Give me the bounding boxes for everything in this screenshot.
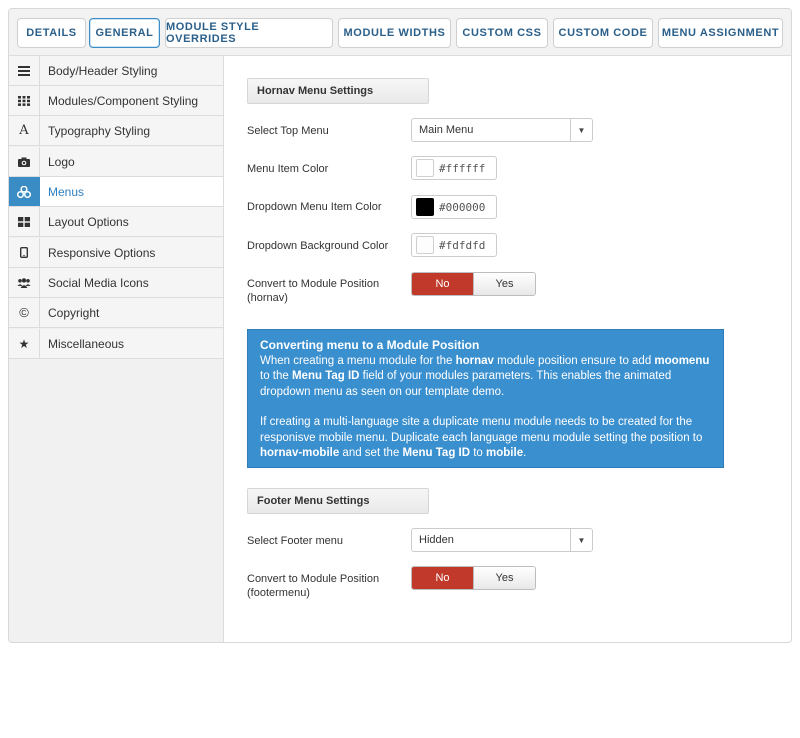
tab-custom-code[interactable]: Custom Code (553, 18, 653, 48)
dropdown-item-color-value: #000000 (439, 200, 486, 214)
sidebar-item-responsive-options[interactable]: Responsive Options (9, 238, 223, 268)
sidebar-item-body-header-styling[interactable]: Body/Header Styling (9, 56, 223, 86)
camera-icon (9, 147, 40, 176)
select-top-menu-dropdown[interactable]: Main Menu ▼ (411, 118, 593, 142)
sidebar-item-modules-component-styling[interactable]: Modules/Component Styling (9, 86, 223, 116)
menu-item-color-label: Menu Item Color (247, 163, 329, 175)
info-text: . (523, 447, 527, 459)
info-text: to the (260, 370, 292, 382)
dropdown-bg-color-picker[interactable]: #fdfdfd (411, 233, 497, 257)
sidebar-item-label: Miscellaneous (48, 336, 125, 351)
tab-details[interactable]: Details (17, 18, 86, 48)
info-strong: hornav-mobile (260, 447, 340, 459)
color-swatch (416, 198, 434, 216)
footer-section-heading: Footer Menu Settings (247, 488, 429, 514)
tab-bar: Details General Module Style Overrides M… (9, 9, 791, 56)
footer-convert-yes-button[interactable]: Yes (473, 567, 535, 589)
dropdown-bg-color-value: #fdfdfd (439, 238, 486, 252)
sidebar-item-label: Social Media Icons (48, 275, 149, 290)
sidebar-item-menus[interactable]: Menus (9, 177, 223, 207)
hornav-convert-yes-button[interactable]: Yes (473, 273, 535, 295)
sidebar-item-label: Layout Options (48, 214, 129, 229)
settings-sidebar: Body/Header Styling Modules/Component St… (9, 56, 224, 642)
tablet-icon (9, 238, 40, 267)
sidebar-item-label: Menus (48, 184, 85, 199)
hornav-convert-sublabel: (hornav) (247, 292, 288, 304)
hornav-convert-label-text: Convert to Module Position (247, 278, 380, 290)
sidebar-item-social-media-icons[interactable]: Social Media Icons (9, 268, 223, 298)
select-top-menu-label: Select Top Menu (247, 125, 329, 137)
footer-convert-label: Convert to Module Position (footermenu) (247, 572, 379, 600)
tab-menu-assignment[interactable]: Menu Assignment (658, 18, 783, 48)
footer-convert-toggle: No Yes (411, 566, 536, 590)
sidebar-item-label: Body/Header Styling (48, 63, 158, 78)
caret-down-icon: ▼ (570, 529, 592, 551)
info-paragraph-1: When creating a menu module for the horn… (260, 354, 711, 401)
info-text: and set the (339, 447, 403, 459)
tab-custom-css[interactable]: Custom CSS (456, 18, 548, 48)
sidebar-item-logo[interactable]: Logo (9, 147, 223, 177)
sidebar-item-typography-styling[interactable]: A Typography Styling (9, 116, 223, 146)
hornav-section-heading: Hornav Menu Settings (247, 78, 429, 104)
sidebar-item-label: Responsive Options (48, 245, 156, 260)
info-text: When creating a menu module for the (260, 354, 456, 367)
sidebar-item-label: Typography Styling (48, 123, 151, 138)
sidebar-item-copyright[interactable]: © Copyright (9, 298, 223, 328)
dropdown-item-color-picker[interactable]: #000000 (411, 195, 497, 219)
select-footer-menu-dropdown[interactable]: Hidden ▼ (411, 528, 593, 552)
sidebar-item-label: Logo (48, 154, 75, 169)
users-icon (9, 268, 40, 297)
star-icon: ★ (9, 329, 40, 358)
info-strong: mobile (486, 447, 524, 459)
sidebar-item-label: Modules/Component Styling (48, 93, 199, 108)
sidebar-item-miscellaneous[interactable]: ★ Miscellaneous (9, 329, 223, 359)
copyright-icon: © (9, 298, 40, 327)
info-strong: moomenu (654, 354, 710, 367)
info-paragraph-2: If creating a multi-language site a dupl… (260, 415, 711, 462)
footer-convert-no-button[interactable]: No (412, 567, 473, 589)
menu-module-info-box: Converting menu to a Module Position Whe… (247, 329, 724, 468)
caret-down-icon: ▼ (570, 119, 592, 141)
sidebar-item-label: Copyright (48, 305, 100, 320)
info-text: module position ensure to add (493, 354, 655, 367)
tab-module-style-overrides[interactable]: Module Style Overrides (165, 18, 333, 48)
footer-convert-label-text: Convert to Module Position (247, 573, 380, 585)
hornav-convert-no-button[interactable]: No (412, 273, 473, 295)
sidebar-item-layout-options[interactable]: Layout Options (9, 207, 223, 237)
color-swatch (416, 159, 434, 177)
tab-general[interactable]: General (89, 18, 160, 48)
bars-icon (9, 56, 40, 85)
template-settings-panel: Details General Module Style Overrides M… (8, 8, 792, 643)
info-strong: hornav (455, 354, 494, 367)
hornav-convert-label: Convert to Module Position (hornav) (247, 277, 379, 305)
cubes-icon (9, 177, 40, 206)
footer-convert-sublabel: (footermenu) (247, 587, 310, 599)
info-title: Converting menu to a Module Position (260, 338, 480, 352)
info-text: If creating a multi-language site a dupl… (260, 416, 703, 444)
select-footer-menu-label: Select Footer menu (247, 535, 343, 547)
info-text: to (470, 447, 487, 459)
font-icon: A (9, 116, 40, 145)
dropdown-bg-color-label: Dropdown Background Color (247, 240, 389, 252)
color-swatch (416, 236, 434, 254)
menu-item-color-value: #ffffff (439, 161, 486, 175)
info-strong: Menu Tag ID (402, 447, 471, 459)
select-footer-menu-value: Hidden (419, 534, 454, 546)
info-strong: Menu Tag ID (291, 370, 360, 382)
menu-item-color-picker[interactable]: #ffffff (411, 156, 497, 180)
grid-icon (9, 86, 40, 115)
layout-icon (9, 207, 40, 236)
hornav-convert-toggle: No Yes (411, 272, 536, 296)
tab-module-widths[interactable]: Module Widths (338, 18, 451, 48)
dropdown-item-color-label: Dropdown Menu Item Color (247, 201, 382, 213)
select-top-menu-value: Main Menu (419, 124, 474, 136)
